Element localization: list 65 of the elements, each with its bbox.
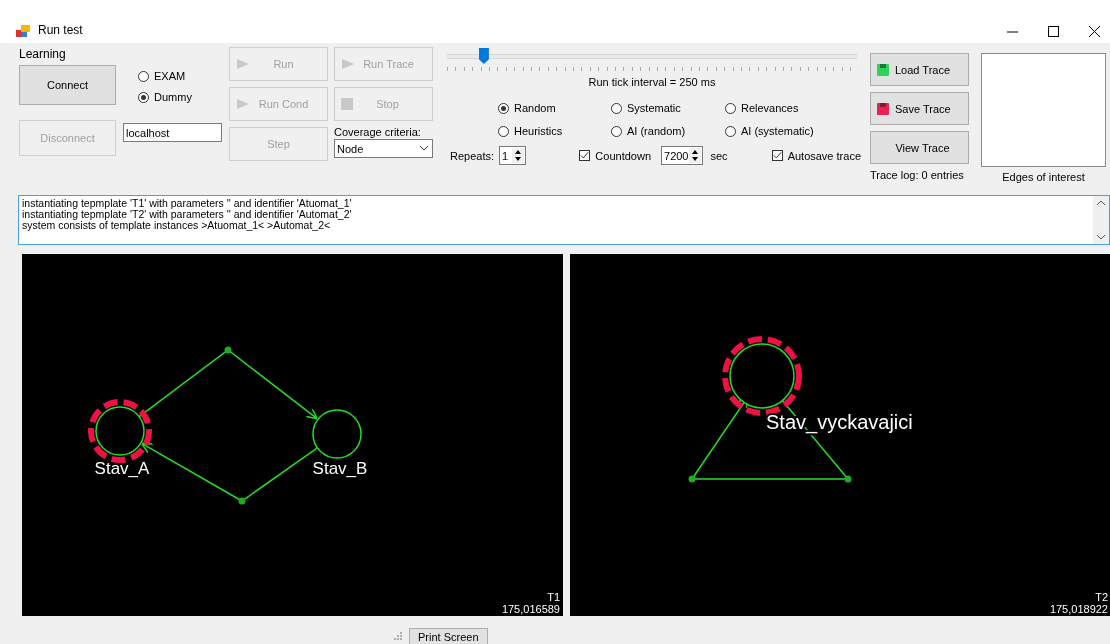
repeats-label: Repeats: (450, 149, 495, 162)
trace-file-button[interactable]: Load Trace (870, 53, 969, 86)
host-field[interactable]: localhost (123, 123, 222, 142)
radio-label: Systematic (627, 102, 681, 114)
stop-icon (341, 98, 353, 110)
radio-label: AI (random) (627, 125, 686, 137)
nail-point (844, 475, 852, 483)
timestamp: 175,016589 (501, 603, 560, 615)
coverage-label: Coverage criteria: (334, 126, 422, 138)
scroll-down-icon[interactable] (1097, 235, 1105, 240)
chevron-down-icon (420, 146, 428, 151)
radio-button[interactable] (138, 70, 149, 82)
play-icon (341, 58, 355, 70)
checkbox-label: Countdown (595, 149, 651, 162)
coverage-dropdown[interactable]: Node (334, 139, 433, 158)
repeats-spinner[interactable]: 1 (499, 146, 527, 165)
trace-file-button[interactable]: View Trace (870, 131, 969, 164)
autosave-checkbox[interactable] (771, 150, 783, 161)
radio-button[interactable] (498, 102, 509, 114)
radio-button[interactable] (611, 125, 622, 137)
radio-button[interactable] (498, 125, 509, 137)
floppy-icon (877, 63, 889, 76)
countdown-checkbox[interactable] (579, 150, 591, 161)
trace-log-count: Trace log: 0 entries (870, 169, 965, 181)
floppy-icon (877, 102, 889, 115)
slider-thumb[interactable] (478, 48, 489, 64)
nail-point (238, 497, 246, 505)
tick-reading: Run tick interval = 250 ms (588, 76, 716, 88)
group-label: Learning (19, 47, 67, 61)
radio-label: AI (systematic) (741, 125, 814, 137)
state-label: Stav_A (94, 459, 150, 478)
radio-button[interactable] (611, 102, 622, 114)
radio-button[interactable] (725, 125, 736, 137)
countdown-spinner[interactable]: 7200 (661, 146, 703, 165)
log-line: system consists of template instances >Atuomat_1< >Automat_2< (22, 220, 331, 231)
state-label: Stav_B (312, 459, 368, 478)
window-title: Run test (38, 23, 84, 37)
radio-label: Random (514, 102, 556, 114)
radio-label: Relevances (741, 102, 799, 114)
scroll-up-icon[interactable] (1097, 200, 1105, 205)
trace-file-button[interactable]: Save Trace (870, 92, 969, 125)
nail-point (224, 346, 232, 354)
log-line: instantiating tepmplate 'T2' with parameters '' and identifier 'Automat_2' (22, 209, 353, 220)
resize-grip-icon (393, 631, 403, 641)
template-name: T1 (546, 591, 560, 603)
checkbox-label: Autosave trace (787, 149, 861, 162)
timestamp: 175,018922 (1049, 603, 1108, 615)
connect-button[interactable]: Connect (19, 65, 116, 105)
unit-label: sec (710, 149, 728, 162)
print-screen-button[interactable]: Print Screen (409, 628, 488, 644)
edges-list[interactable] (981, 53, 1106, 167)
template-name: T2 (1094, 591, 1108, 603)
nail-point (688, 475, 696, 483)
radio-label: Heuristics (514, 125, 563, 137)
close-icon[interactable] (1089, 26, 1100, 37)
radio-label: Dummy (154, 91, 192, 103)
radio-label: EXAM (154, 70, 186, 82)
app-icon (16, 25, 30, 37)
radio-button[interactable] (725, 102, 736, 114)
log-line: instantiating tepmplate 'T1' with parameters '' and identifier 'Atuomat_1' (22, 198, 353, 209)
play-icon (236, 98, 250, 110)
play-icon (236, 58, 250, 70)
maximize-icon[interactable] (1048, 26, 1059, 37)
edges-label: Edges of interest (1002, 171, 1085, 183)
radio-button[interactable] (138, 91, 149, 103)
